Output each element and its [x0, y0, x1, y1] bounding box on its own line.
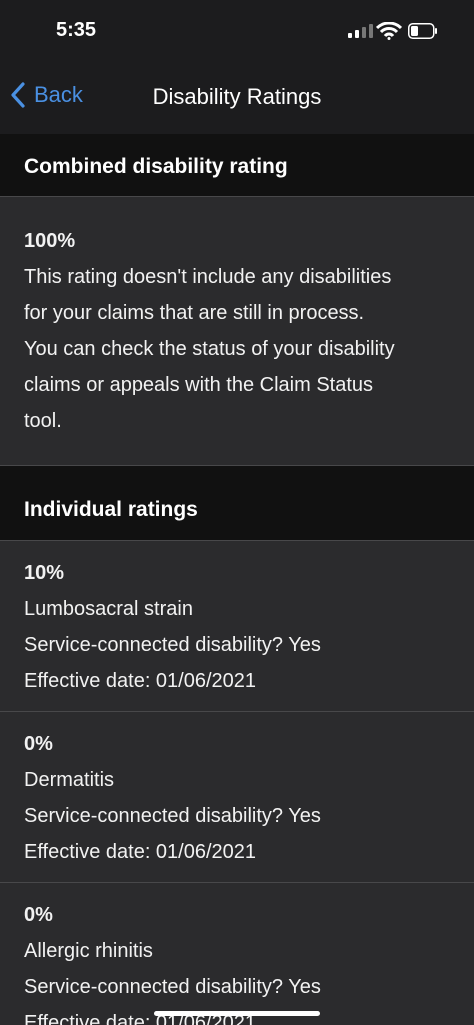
rating-service-connected: Service-connected disability? Yes	[24, 634, 321, 656]
combined-rating-card: 100% This rating doesn't include any dis…	[0, 197, 474, 465]
combined-rating-note-line: claims or appeals with the Claim Status	[24, 374, 374, 396]
combined-rating-note-line: You can check the status of your disabil…	[24, 338, 395, 360]
navigation-bar: Back Disability Ratings	[0, 62, 474, 134]
cellular-signal-icon	[348, 24, 373, 38]
rating-percent: 10%	[24, 562, 65, 584]
combined-rating-percent: 100%	[24, 230, 76, 252]
battery-icon	[408, 23, 437, 39]
rating-condition: Allergic rhinitis	[24, 940, 153, 962]
status-time: 5:35	[56, 19, 97, 41]
combined-rating-note-line: tool.	[24, 410, 62, 432]
rating-service-connected: Service-connected disability? Yes	[24, 805, 321, 827]
rating-service-connected: Service-connected disability? Yes	[24, 976, 321, 998]
rating-item: 0% Allergic rhinitis Service-connected d…	[0, 883, 474, 1025]
rating-item: 0% Dermatitis Service-connected disabili…	[0, 712, 474, 882]
page-title: Disability Ratings	[152, 84, 322, 109]
rating-condition: Dermatitis	[24, 769, 115, 791]
wifi-icon	[376, 22, 402, 40]
status-bar: 5:35	[0, 0, 474, 62]
individual-ratings-header: Individual ratings	[0, 466, 474, 540]
rating-effective-date: Effective date: 01/06/2021	[24, 841, 257, 863]
home-indicator[interactable]	[154, 1011, 320, 1016]
combined-rating-note-line: This rating doesn't include any disabili…	[24, 266, 392, 288]
rating-effective-date: Effective date: 01/06/2021	[24, 670, 257, 692]
rating-percent: 0%	[24, 733, 53, 755]
rating-percent: 0%	[24, 904, 53, 926]
rating-item: 10% Lumbosacral strain Service-connected…	[0, 541, 474, 711]
combined-rating-header: Combined disability rating	[0, 134, 474, 196]
rating-condition: Lumbosacral strain	[24, 598, 193, 620]
combined-rating-note-line: for your claims that are still in proces…	[24, 302, 365, 324]
